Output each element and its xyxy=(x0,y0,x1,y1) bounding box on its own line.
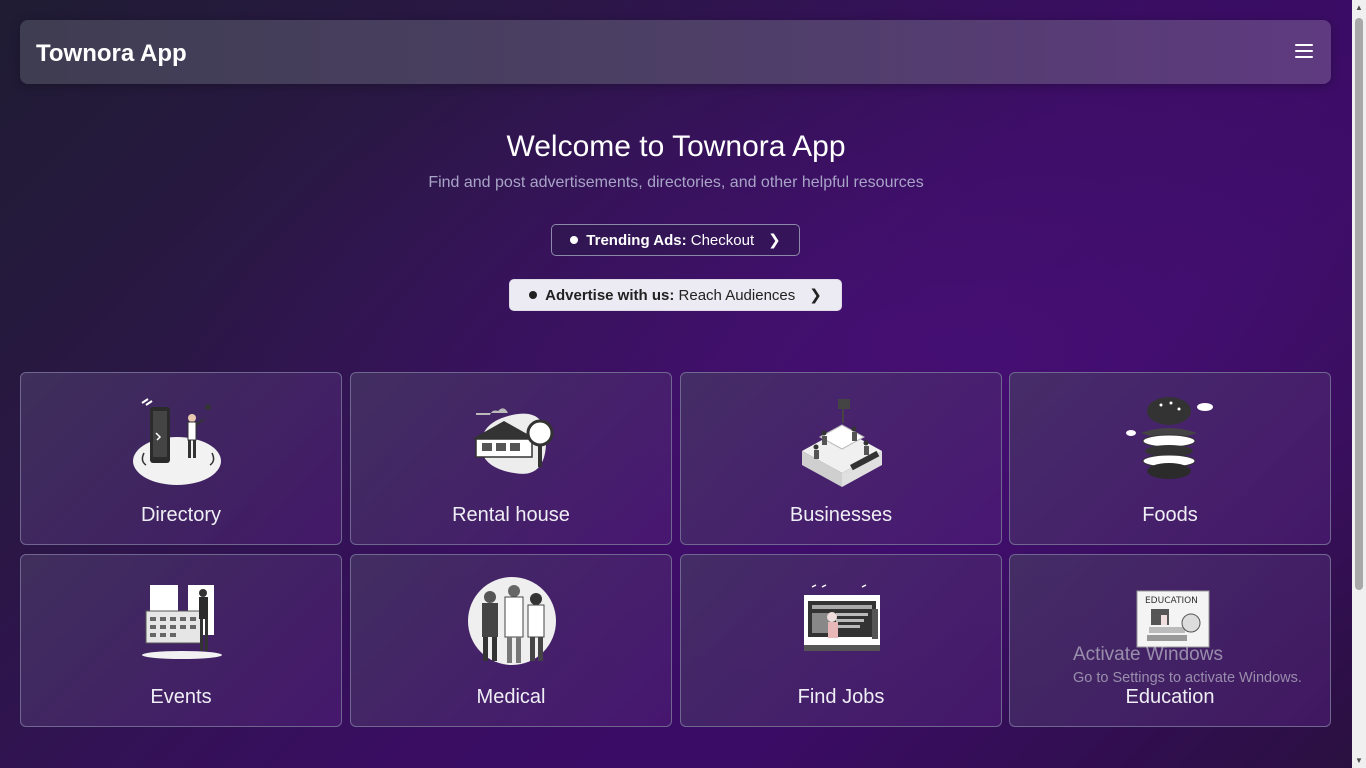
trending-ads-bold: Trending Ads: xyxy=(586,231,687,249)
scroll-down-arrow-icon[interactable]: ▼ xyxy=(1355,756,1363,766)
category-card-foods[interactable]: Foods xyxy=(1009,372,1331,545)
hero-subtitle: Find and post advertisements, directorie… xyxy=(428,174,924,191)
scroll-up-arrow-icon[interactable]: ▲ xyxy=(1355,3,1363,13)
category-card-rental-house[interactable]: Rental house xyxy=(350,372,672,545)
category-label: Education xyxy=(1125,686,1215,708)
category-label: Directory xyxy=(140,504,221,526)
category-card-businesses[interactable]: Businesses xyxy=(680,372,1002,545)
medical-staff-illustration xyxy=(468,577,556,665)
category-label: Rental house xyxy=(452,504,570,526)
advertise-text: Reach Audiences xyxy=(678,286,796,304)
vertical-scrollbar[interactable]: ▲ ▼ xyxy=(1352,0,1366,768)
advertise-bold: Advertise with us: xyxy=(545,286,675,304)
category-card-medical[interactable]: Medical xyxy=(350,554,672,727)
category-card-find-jobs[interactable]: Find Jobs xyxy=(680,554,1002,727)
brand-title[interactable]: Townora App xyxy=(36,40,187,68)
house-search-illustration xyxy=(472,408,554,474)
watermark-subtitle: Go to Settings to activate Windows. xyxy=(1073,670,1302,686)
chevron-right-icon: ❯ xyxy=(809,287,822,304)
trending-ads-text: Checkout xyxy=(690,231,755,249)
activate-windows-watermark: Activate Windows Go to Settings to activ… xyxy=(1073,644,1302,686)
category-label: Businesses xyxy=(789,504,893,526)
hero-title: Welcome to Townora App xyxy=(506,130,846,163)
office-building-illustration xyxy=(802,399,882,487)
advertise-button[interactable]: Advertise with us: Reach Audiences ❯ xyxy=(509,279,842,311)
scrollbar-thumb[interactable] xyxy=(1355,18,1363,590)
trending-ads-button[interactable]: Trending Ads: Checkout ❯ xyxy=(551,224,800,256)
category-label: Find Jobs xyxy=(797,686,885,708)
phone-directory-illustration xyxy=(133,398,221,485)
category-card-education[interactable]: EDUCATION Education xyxy=(1009,554,1331,727)
top-navbar: Townora App xyxy=(20,20,1331,84)
category-label: Events xyxy=(150,686,212,708)
hamburger-menu-icon[interactable] xyxy=(1295,44,1313,58)
job-search-illustration xyxy=(804,584,880,651)
category-label: Foods xyxy=(1142,504,1198,526)
watermark-title: Activate Windows xyxy=(1073,644,1223,665)
dot-icon xyxy=(529,291,538,299)
dot-icon xyxy=(570,236,579,244)
category-card-events[interactable]: Events xyxy=(20,554,342,727)
svg-text:EDUCATION: EDUCATION xyxy=(1145,596,1198,606)
chevron-right-icon: ❯ xyxy=(768,232,781,249)
calendar-event-illustration xyxy=(142,585,222,659)
food-burger-illustration xyxy=(1126,397,1213,479)
category-card-directory[interactable]: Directory xyxy=(20,372,342,545)
category-label: Medical xyxy=(476,686,546,708)
